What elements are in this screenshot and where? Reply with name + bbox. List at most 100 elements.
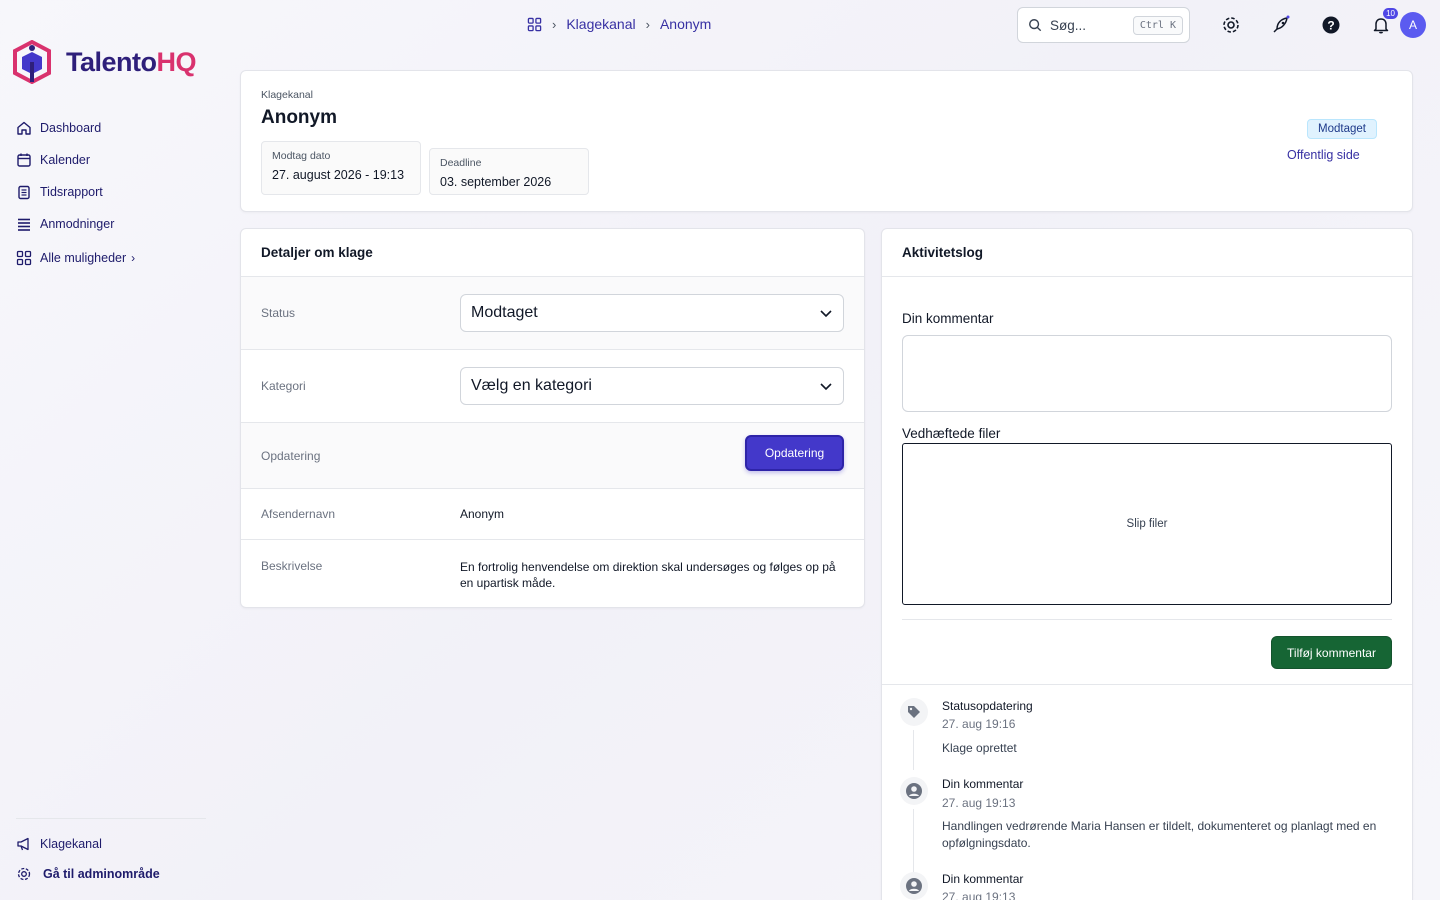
category-select-value: Vælg en kategori — [471, 377, 592, 394]
help-button[interactable]: ? — [1318, 12, 1344, 38]
sidebar-item-kalender[interactable]: Kalender — [16, 144, 114, 176]
status-select[interactable]: Modtaget — [460, 294, 844, 332]
sender-label: Afsendernavn — [261, 507, 336, 521]
rocket-icon — [1273, 15, 1290, 33]
gear-icon — [1223, 17, 1239, 33]
megaphone-icon — [17, 837, 29, 851]
activity-log-list: Statusopdatering 27. aug 19:16 Klage opr… — [882, 684, 1412, 900]
log-body: Handlingen vedrørende Maria Hansen er ti… — [942, 819, 1377, 850]
search-shortcut: Ctrl K — [1132, 15, 1183, 35]
sender-value: Anonym — [460, 507, 505, 521]
clipboard-icon — [18, 185, 30, 200]
svg-text:?: ? — [1327, 19, 1334, 33]
chevron-down-icon — [820, 310, 832, 318]
category-row: Kategori Vælg en kategori — [241, 350, 864, 423]
page-title: Anonym — [261, 107, 337, 128]
log-title: Din kommentar — [942, 777, 1024, 791]
top-icon-bar: ? 10 — [1218, 8, 1414, 38]
brand-logo[interactable]: TalentoHQ — [12, 40, 196, 84]
getting-started-button[interactable] — [1268, 12, 1294, 38]
search-input[interactable]: Søg... Ctrl K — [1017, 7, 1190, 43]
sidebar-item-label: Alle muligheder — [40, 251, 127, 265]
received-date-value: 27. august 2026 - 19:13 — [272, 168, 405, 182]
file-dropzone[interactable]: Slip filer — [902, 443, 1392, 605]
description-value: En fortrolig henvendelse om direktion sk… — [460, 560, 836, 590]
sidebar-item-admin[interactable]: Gå til adminområde — [16, 859, 206, 889]
sidebar-item-label: Kalender — [40, 153, 91, 167]
status-select-value: Modtaget — [471, 304, 538, 321]
chevron-down-icon — [820, 383, 832, 391]
search-icon — [1029, 19, 1042, 32]
divider — [902, 619, 1392, 620]
notification-count: 10 — [1383, 8, 1398, 19]
category-select[interactable]: Vælg en kategori — [460, 367, 844, 405]
sender-row: Afsendernavn Anonym — [241, 489, 864, 540]
sidebar-item-label: Gå til adminområde — [43, 867, 160, 881]
sidebar-item-label: Dashboard — [40, 121, 102, 135]
timeline-line — [913, 730, 914, 770]
add-comment-button[interactable]: Tilføj kommentar — [1271, 636, 1392, 669]
received-date-box: Modtag dato 27. august 2026 - 19:13 — [261, 141, 421, 195]
sidebar-item-anmodninger[interactable]: Anmodninger — [16, 208, 114, 240]
log-time: 27. aug 19:16 — [942, 717, 1016, 731]
chevron-right-icon: › — [645, 16, 650, 32]
sidebar-item-dashboard[interactable]: Dashboard — [16, 112, 114, 144]
card-title: Aktivitetslog — [882, 229, 1412, 277]
search-placeholder: Søg... — [1050, 17, 1087, 33]
grid-icon — [16, 250, 32, 266]
avatar[interactable]: A — [1400, 12, 1426, 38]
calendar-icon — [17, 153, 31, 167]
settings-button[interactable] — [1218, 12, 1244, 38]
tag-icon — [900, 698, 928, 726]
sidebar-item-label: Tidsrapport — [40, 185, 103, 199]
activity-log-card: Aktivitetslog Din kommentar Vedhæftede f… — [881, 228, 1413, 900]
deadline-value: 03. september 2026 — [440, 175, 552, 189]
comment-textarea[interactable] — [902, 335, 1392, 412]
update-row: Opdatering Opdatering — [241, 423, 864, 489]
breadcrumb: › Klagekanal › Anonym — [527, 16, 711, 32]
dropzone-text: Slip filer — [1126, 518, 1168, 530]
brand-name-accent: HQ — [156, 46, 197, 77]
notifications-button[interactable]: 10 — [1368, 8, 1398, 38]
user-circle-icon — [900, 872, 928, 900]
sidebar-bottom-nav: Klagekanal Gå til adminområde — [16, 818, 206, 889]
breadcrumb-item[interactable]: Klagekanal — [566, 16, 635, 32]
chevron-right-icon: › — [131, 251, 136, 265]
help-icon: ? — [1322, 16, 1340, 34]
update-button[interactable]: Opdatering — [745, 435, 844, 471]
log-time: 27. aug 19:13 — [942, 796, 1016, 810]
status-label: Status — [261, 306, 296, 320]
section-label: Klagekanal — [261, 89, 313, 101]
log-title: Statusopdatering — [942, 699, 1033, 713]
public-page-link[interactable]: Offentlig side — [1287, 148, 1360, 162]
brand-name-main: Talento — [66, 46, 157, 77]
grid-icon[interactable] — [527, 17, 542, 32]
deadline-label: Deadline — [440, 157, 482, 169]
sidebar-item-label: Klagekanal — [40, 837, 102, 851]
sidebar-item-label: Anmodninger — [40, 217, 115, 231]
log-body: Klage oprettet — [942, 741, 1017, 755]
sidebar-nav: Dashboard Kalender Tidsrapport Anmodning… — [16, 112, 114, 240]
sidebar-item-tidsrapport[interactable]: Tidsrapport — [16, 176, 114, 208]
sidebar: TalentoHQ Dashboard Kalender Tidsrapport… — [0, 0, 210, 900]
description-label: Beskrivelse — [261, 559, 323, 573]
home-icon — [17, 121, 31, 135]
brand-name: TalentoHQ — [66, 47, 196, 78]
comment-label: Din kommentar — [902, 311, 994, 326]
status-badge: Modtaget — [1307, 119, 1377, 139]
breadcrumb-item[interactable]: Anonym — [660, 16, 711, 32]
complaint-header-card: Klagekanal Anonym Modtag dato 27. august… — [240, 70, 1413, 212]
sidebar-item-klagekanal[interactable]: Klagekanal — [16, 829, 206, 859]
card-title: Detaljer om klage — [241, 229, 864, 277]
chevron-right-icon: › — [552, 16, 557, 32]
log-title: Din kommentar — [942, 872, 1024, 886]
sidebar-item-all-options[interactable]: Alle muligheder › — [16, 250, 135, 266]
status-row: Status Modtaget — [241, 277, 864, 350]
received-date-label: Modtag dato — [272, 150, 331, 162]
timeline-line — [913, 809, 914, 875]
deadline-box: Deadline 03. september 2026 — [429, 148, 589, 195]
category-label: Kategori — [261, 379, 306, 393]
update-label: Opdatering — [261, 448, 321, 463]
brand-cube-icon — [13, 40, 51, 84]
log-time: 27. aug 19:13 — [942, 890, 1016, 900]
